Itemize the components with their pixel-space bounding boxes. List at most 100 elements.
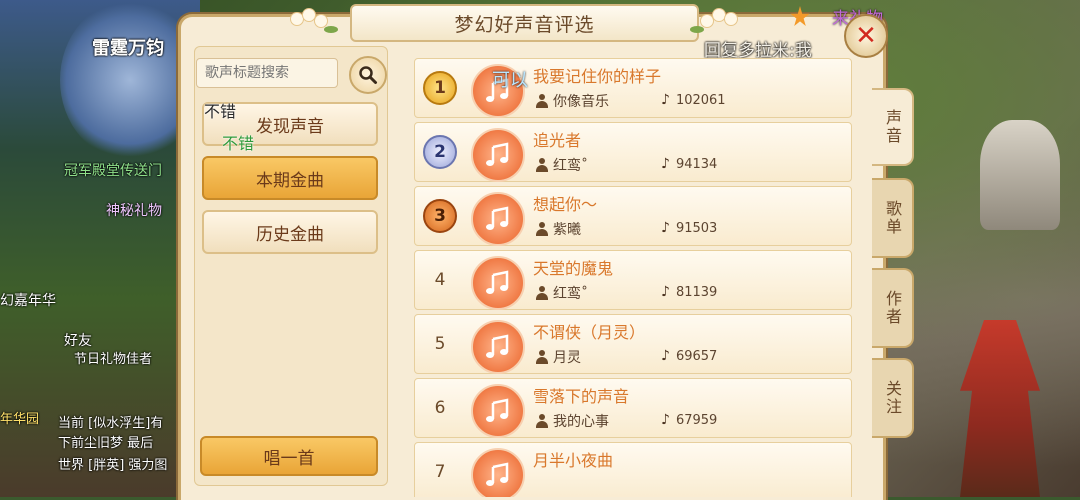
- song-title: 追光者: [533, 131, 582, 150]
- tab-voices[interactable]: 声音: [872, 88, 914, 166]
- flower-decoration-icon: [290, 8, 338, 33]
- person-icon: [535, 94, 549, 108]
- play-count: ♪ 102061: [661, 92, 726, 108]
- gold-medal-icon: 1: [423, 71, 457, 105]
- author-name: 紫曦: [553, 222, 581, 238]
- play-count-value: 94134: [675, 156, 718, 172]
- play-count-value: 102061: [675, 92, 726, 108]
- song-title: 不谓侠（月灵）: [533, 323, 646, 342]
- menu-label: 历史金曲: [256, 224, 324, 245]
- person-icon: [535, 158, 549, 172]
- music-disc-icon[interactable]: [471, 448, 525, 497]
- close-button[interactable]: ✕: [844, 14, 888, 58]
- song-title: 雪落下的声音: [533, 387, 630, 406]
- song-row[interactable]: 3 想起你～ 紫曦 ♪ 91503: [414, 186, 852, 246]
- tab-following[interactable]: 关注: [872, 358, 914, 438]
- stone-lion-statue: [980, 120, 1060, 230]
- music-disc-icon[interactable]: [471, 192, 525, 246]
- author-name: 红鸾˚: [553, 158, 588, 174]
- music-disc-icon[interactable]: [471, 384, 525, 438]
- person-icon: [535, 222, 549, 236]
- play-count: ♪ 91503: [661, 220, 717, 236]
- music-disc-icon[interactable]: [471, 128, 525, 182]
- chat-line: 下前尘旧梦 最后: [58, 436, 154, 451]
- festival-label: 节日礼物佳者: [74, 352, 153, 367]
- music-note-icon: ♪: [661, 156, 670, 172]
- song-row[interactable]: 4 天堂的魔鬼 红鸾˚ ♪ 81139: [414, 250, 852, 310]
- song-author[interactable]: 你像音乐: [535, 91, 609, 111]
- title-bar: 梦幻好声音评选: [350, 4, 699, 42]
- tab-label: 关注: [883, 380, 902, 416]
- rank-number: 6: [434, 398, 446, 418]
- sing-button-label: 唱一首: [263, 448, 315, 469]
- play-count: ♪ 94134: [661, 156, 717, 172]
- song-row[interactable]: 2 追光者 红鸾˚ ♪ 94134: [414, 122, 852, 182]
- music-note-icon: ♪: [661, 412, 670, 428]
- person-icon: [535, 350, 549, 364]
- song-title: 我要记住你的样子: [533, 67, 662, 86]
- flower-decoration-icon: [690, 8, 738, 33]
- menu-history-hits[interactable]: 历史金曲: [202, 210, 378, 254]
- song-row[interactable]: 1 我要记住你的样子 你像音乐 ♪ 102061: [414, 58, 852, 118]
- rank-badge: 3: [421, 197, 459, 235]
- author-name: 我的心事: [553, 414, 609, 430]
- sing-button[interactable]: 唱一首: [200, 436, 378, 476]
- tab-label: 歌单: [883, 200, 902, 236]
- song-list: 1 我要记住你的样子 你像音乐 ♪ 102061 2 追光者 红鸾˚ ♪ 94134…: [410, 54, 858, 497]
- search-button[interactable]: [349, 56, 387, 94]
- music-note-icon: ♪: [661, 220, 670, 236]
- person-icon: [535, 414, 549, 428]
- chat-line: 当前 [似水浮生]有: [58, 416, 164, 431]
- song-title: 天堂的魔鬼: [533, 259, 614, 278]
- bronze-medal-icon: 3: [423, 199, 457, 233]
- silver-medal-icon: 2: [423, 135, 457, 169]
- play-count: ♪ 69657: [661, 348, 717, 364]
- carnival-label[interactable]: 幻嘉年华: [0, 290, 56, 310]
- song-author[interactable]: 红鸾˚: [535, 155, 588, 175]
- rank-number: 7: [434, 462, 446, 482]
- rank-number: 5: [434, 334, 446, 354]
- chat-line: 世界 [胖英] 强力图: [58, 458, 168, 473]
- rank-badge: 1: [421, 69, 459, 107]
- menu-this-period-hits[interactable]: 本期金曲: [202, 156, 378, 200]
- music-disc-icon[interactable]: [471, 320, 525, 374]
- friends-label[interactable]: 好友: [64, 330, 92, 350]
- menu-label: 发现声音: [256, 116, 324, 137]
- person-icon: [535, 286, 549, 300]
- song-title: 想起你～: [533, 195, 598, 214]
- tab-label: 作者: [883, 290, 902, 326]
- song-title: 月半小夜曲: [533, 451, 614, 470]
- portal-label[interactable]: 冠军殿堂传送门: [64, 160, 162, 180]
- play-count-value: 81139: [675, 284, 718, 300]
- author-name: 你像音乐: [553, 94, 609, 110]
- play-count: ♪ 67959: [661, 412, 717, 428]
- author-name: 红鸾˚: [553, 286, 588, 302]
- rank-number: 4: [434, 270, 446, 290]
- floating-chat-text: 不错: [204, 102, 237, 121]
- song-author[interactable]: 我的心事: [535, 411, 609, 431]
- mystery-gift-label[interactable]: 神秘礼物: [106, 200, 162, 220]
- song-author[interactable]: 红鸾˚: [535, 283, 588, 303]
- close-icon: ✕: [855, 21, 877, 51]
- play-count-value: 67959: [675, 412, 718, 428]
- search-icon: [359, 66, 377, 84]
- song-row[interactable]: 6 雪落下的声音 我的心事 ♪ 67959: [414, 378, 852, 438]
- music-disc-icon[interactable]: [471, 256, 525, 310]
- tab-label: 声音: [883, 109, 902, 145]
- music-note-icon: ♪: [661, 92, 670, 108]
- rank-badge: 2: [421, 133, 459, 171]
- play-count-value: 91503: [675, 220, 718, 236]
- search-input[interactable]: [196, 58, 338, 88]
- author-name: 月灵: [553, 350, 581, 366]
- chat-line: 年华园: [0, 412, 40, 427]
- music-note-icon: ♪: [661, 348, 670, 364]
- panel-title: 梦幻好声音评选: [454, 13, 595, 36]
- song-author[interactable]: 月灵: [535, 347, 581, 367]
- song-row[interactable]: 7 月半小夜曲: [414, 442, 852, 497]
- song-author[interactable]: 紫曦: [535, 219, 581, 239]
- tab-authors[interactable]: 作者: [872, 268, 914, 348]
- music-note-icon: ♪: [661, 284, 670, 300]
- tab-playlists[interactable]: 歌单: [872, 178, 914, 258]
- song-row[interactable]: 5 不谓侠（月灵） 月灵 ♪ 69657: [414, 314, 852, 374]
- play-count-value: 69657: [675, 348, 718, 364]
